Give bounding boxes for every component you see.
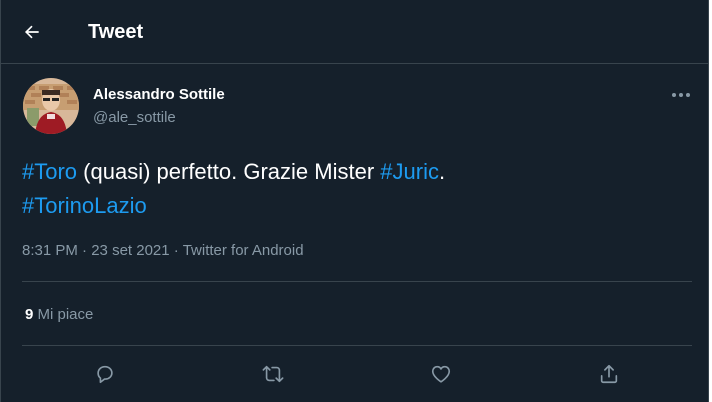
likes-stat[interactable]: 9 Mi piace xyxy=(25,305,93,325)
page-title: Tweet xyxy=(88,21,144,43)
share-button[interactable] xyxy=(594,359,624,389)
hashtag-link[interactable]: #Toro xyxy=(22,159,77,184)
meta-separator: · xyxy=(77,242,92,259)
hashtag-link[interactable]: #TorinoLazio xyxy=(22,193,147,218)
divider xyxy=(22,345,692,346)
retweet-button[interactable] xyxy=(258,359,288,389)
reply-button[interactable] xyxy=(90,359,120,389)
avatar[interactable] xyxy=(23,78,79,134)
divider xyxy=(22,281,692,282)
like-icon xyxy=(431,365,451,383)
tweet-source[interactable]: Twitter for Android xyxy=(183,242,304,259)
avatar-image xyxy=(23,78,79,134)
tweet-metadata: 8:31 PM · 23 set 2021 · Twitter for Andr… xyxy=(22,241,304,261)
arrow-left-icon xyxy=(24,25,39,39)
author-display-name[interactable]: Alessandro Sottile xyxy=(93,85,225,105)
more-icon xyxy=(672,93,690,97)
likes-label: Mi piace xyxy=(33,306,94,323)
reply-icon xyxy=(97,365,113,384)
tweet-text: #Toro (quasi) perfetto. Grazie Mister #J… xyxy=(22,155,682,223)
hashtag-link[interactable]: #Juric xyxy=(380,159,439,184)
tweet-time[interactable]: 8:31 PM xyxy=(22,242,78,259)
share-icon xyxy=(600,364,618,384)
tweet-text-segment: (quasi) perfetto. Grazie Mister xyxy=(77,159,381,184)
tweet-page: Tweet Alessandro Sottile @ale_sottile #T… xyxy=(0,0,709,402)
back-button[interactable] xyxy=(15,15,49,49)
like-button[interactable] xyxy=(426,359,456,389)
meta-separator: · xyxy=(169,242,183,259)
tweet-text-segment: . xyxy=(438,159,446,184)
more-options-button[interactable] xyxy=(665,82,697,108)
tweet-date[interactable]: 23 set 2021 xyxy=(91,242,169,259)
author-handle[interactable]: @ale_sottile xyxy=(93,108,176,128)
page-header: Tweet xyxy=(1,0,708,64)
retweet-icon xyxy=(262,365,284,383)
